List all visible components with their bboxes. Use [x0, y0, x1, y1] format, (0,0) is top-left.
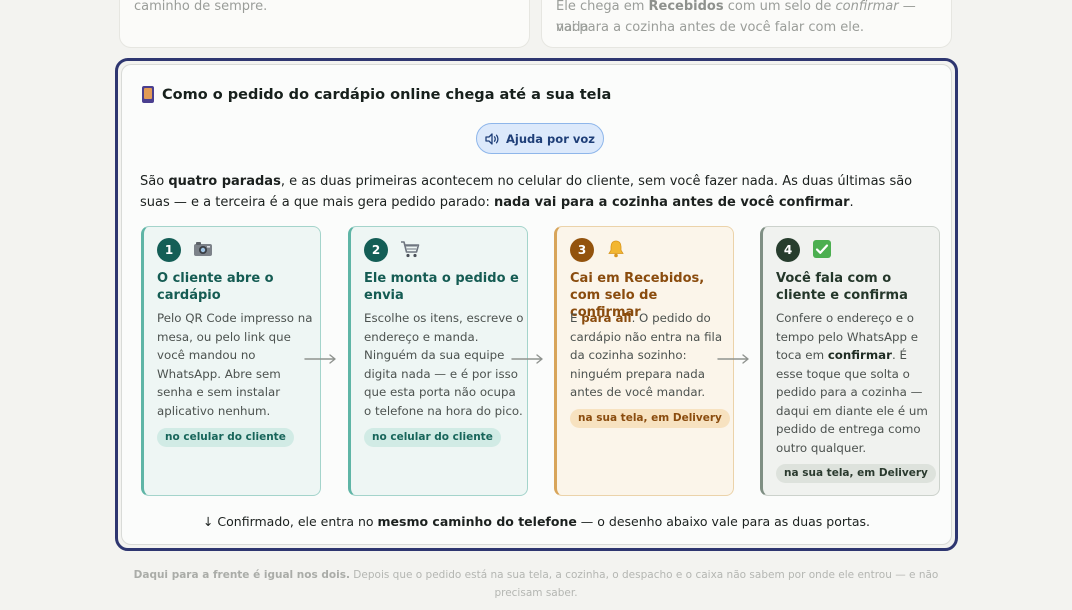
speaker-icon — [485, 132, 499, 145]
order-flow-card: Como o pedido do cardápio online chega a… — [121, 64, 952, 545]
camera-icon — [194, 242, 212, 256]
highlighted-card-frame: Como o pedido do cardápio online chega a… — [115, 58, 958, 551]
previous-card-left: caminho de sempre. — [119, 0, 530, 48]
step-number-badge: 2 — [364, 238, 388, 262]
step-location-tag: no celular do cliente — [364, 428, 501, 447]
previous-card-text: caminho de sempre. — [134, 0, 268, 14]
step-title: O cliente abre o cardápio — [157, 271, 274, 303]
arrow-right-icon — [304, 354, 336, 364]
step-card-2: 2 Ele monta o pedido e envia Escolhe os … — [348, 226, 528, 496]
card-header: Como o pedido do cardápio online chega a… — [142, 86, 611, 103]
previous-card-right: Ele chega em Recebidos com um selo de co… — [541, 0, 952, 48]
arrow-right-icon — [717, 354, 749, 364]
bell-icon — [608, 240, 624, 258]
check-mark-icon — [813, 240, 831, 258]
step-card-4: 4 Você fala com o cliente e confirma Con… — [760, 226, 940, 496]
voice-help-button[interactable]: Ajuda por voz — [476, 123, 604, 154]
next-section-caption: Daqui para a frente é igual nos dois. De… — [133, 569, 939, 599]
step-title: Você fala com o cliente e confirma — [776, 271, 908, 303]
cart-icon — [401, 241, 420, 258]
confirmation-footnote: ↓ Confirmado, ele entra no mesmo caminho… — [202, 514, 871, 529]
step-card-3: 3 Cai em Recebidos, com selo de confirma… — [554, 226, 734, 496]
step-location-tag: na sua tela, em Delivery — [570, 409, 730, 428]
voice-help-label: Ajuda por voz — [506, 131, 595, 146]
step-description: E para ali. O pedido do cardápio não ent… — [570, 311, 723, 399]
step-location-tag: na sua tela, em Delivery — [776, 464, 936, 483]
step-number-badge: 3 — [570, 238, 594, 262]
arrow-right-icon — [511, 354, 543, 364]
mobile-phone-icon — [142, 86, 154, 103]
step-title: Ele monta o pedido e envia — [364, 271, 519, 303]
step-description: Confere o endereço e o tempo pelo WhatsA… — [776, 311, 928, 455]
step-card-1: 1 O cliente abre o cardápio Pelo QR Code… — [141, 226, 321, 496]
intro-paragraph: São quatro paradas, e as duas primeiras … — [140, 174, 913, 210]
step-number-badge: 4 — [776, 238, 800, 262]
step-number-badge: 1 — [157, 238, 181, 262]
card-title: Como o pedido do cardápio online chega a… — [162, 86, 612, 103]
previous-card-text-line2: vai para a cozinha antes de você falar c… — [556, 20, 865, 35]
step-description: Escolhe os itens, escreve o endereço e m… — [364, 311, 524, 418]
step-description: Pelo QR Code impresso na mesa, ou pelo l… — [157, 311, 313, 418]
step-location-tag: no celular do cliente — [157, 428, 294, 447]
